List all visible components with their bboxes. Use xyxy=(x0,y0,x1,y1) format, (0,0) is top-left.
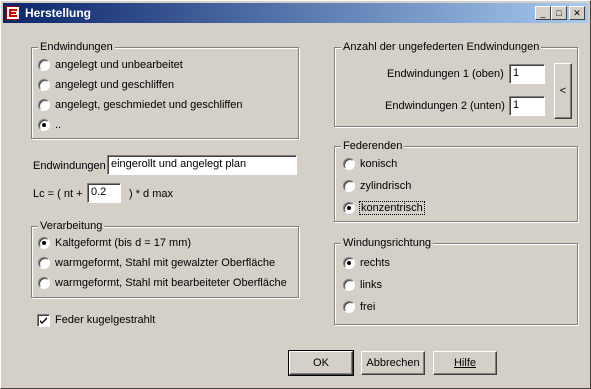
radio-label: zylindrisch xyxy=(360,180,412,192)
windungsrichtung-group: Windungsrichtung rechts links frei xyxy=(334,237,578,325)
verarbeitung-group: Verarbeitung Kaltgeformt (bis d = 17 mm)… xyxy=(31,220,299,298)
radio-button[interactable] xyxy=(38,257,50,269)
federenden-group: Federenden konisch zylindrisch konzentri… xyxy=(334,140,578,222)
radio-button-selected[interactable] xyxy=(38,119,50,131)
radio-label: rechts xyxy=(360,257,390,269)
endwindungen-field-label: Endwindungen xyxy=(33,160,106,172)
anzahl-legend: Anzahl der ungefederten Endwindungen xyxy=(341,41,542,53)
radio-label: Kaltgeformt (bis d = 17 mm) xyxy=(55,237,192,249)
minimize-button[interactable]: _ xyxy=(535,6,551,20)
endwindungen-input[interactable]: eingerollt und angelegt plan xyxy=(107,155,297,175)
radio-label: konisch xyxy=(360,158,398,170)
radio-button-selected[interactable] xyxy=(343,257,355,269)
endwindungen-unten-label: Endwindungen 2 (unten) xyxy=(385,100,505,112)
hilfe-button[interactable]: Hilfe xyxy=(433,351,497,375)
radio-label: angelegt und unbearbeitet xyxy=(55,59,183,71)
lc-formula-prefix: Lc = ( nt + xyxy=(33,188,83,200)
endwindungen-oben-input[interactable]: 1 xyxy=(509,64,545,84)
radio-button[interactable] xyxy=(343,279,355,291)
radio-button-selected[interactable] xyxy=(343,202,355,214)
abbrechen-button[interactable]: Abbrechen xyxy=(361,351,425,375)
radio-label: warmgeformt, Stahl mit bearbeiteter Ober… xyxy=(55,277,287,289)
checkbox-label: Feder kugelgestrahlt xyxy=(55,314,156,326)
radio-label: konzentrisch xyxy=(359,201,425,215)
radio-button[interactable] xyxy=(38,277,50,289)
endwindungen-group: Endwindungen angelegt und unbearbeitet a… xyxy=(31,41,299,139)
checkbox-box[interactable] xyxy=(37,314,50,327)
title-bar[interactable]: Herstellung _ □ ✕ xyxy=(3,3,588,23)
collapse-arrow-button[interactable]: < xyxy=(554,63,572,119)
radio-button-selected[interactable] xyxy=(38,237,50,249)
radio-label: links xyxy=(360,279,383,291)
app-icon xyxy=(6,6,20,20)
lc-formula-suffix: ) * d max xyxy=(129,188,174,200)
radio-button[interactable] xyxy=(343,301,355,313)
endwindungen-unten-input[interactable]: 1 xyxy=(509,96,545,116)
radio-label: warmgeformt, Stahl mit gewalzter Oberflä… xyxy=(55,257,276,269)
endwindungen-oben-label: Endwindungen 1 (oben) xyxy=(387,68,504,80)
verarbeitung-legend: Verarbeitung xyxy=(38,220,105,232)
windungsrichtung-legend: Windungsrichtung xyxy=(341,237,434,249)
endwindungen-legend: Endwindungen xyxy=(38,41,115,53)
radio-button[interactable] xyxy=(38,99,50,111)
radio-button[interactable] xyxy=(343,158,355,170)
federenden-legend: Federenden xyxy=(341,140,405,152)
lc-value-input[interactable]: 0.2 xyxy=(87,183,121,203)
close-button[interactable]: ✕ xyxy=(569,6,585,20)
dialog-window: Herstellung _ □ ✕ Endwindungen angelegt … xyxy=(0,0,591,389)
radio-label: angelegt, geschmiedet und geschliffen xyxy=(55,99,243,111)
maximize-button[interactable]: □ xyxy=(551,6,567,20)
radio-button[interactable] xyxy=(38,59,50,71)
radio-label: frei xyxy=(360,301,376,313)
radio-button[interactable] xyxy=(343,180,355,192)
anzahl-endwindungen-group: Anzahl der ungefederten Endwindungen End… xyxy=(334,41,578,127)
ok-button[interactable]: OK xyxy=(288,350,354,376)
radio-button[interactable] xyxy=(38,79,50,91)
radio-label: .. xyxy=(55,119,62,131)
radio-label: angelegt und geschliffen xyxy=(55,79,175,91)
window-title: Herstellung xyxy=(25,6,92,20)
